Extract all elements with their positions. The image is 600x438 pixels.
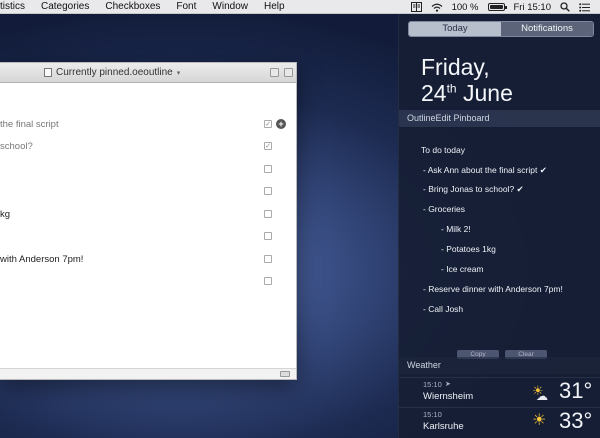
outline-row[interactable] (0, 273, 297, 291)
pinboard-line: - Call Josh (423, 304, 464, 314)
today-date: Friday, 24th June (421, 54, 513, 106)
notification-center: Today Notifications Friday, 24th June Ou… (398, 14, 600, 438)
menu-window[interactable]: Window (212, 1, 248, 12)
pin-toggle-icon[interactable] (270, 68, 279, 77)
outline-row[interactable] (0, 183, 297, 201)
tab-today[interactable]: Today (409, 22, 501, 36)
menu-bar: tistics Categories Checkboxes Font Windo… (0, 0, 600, 14)
row-checkbox[interactable]: ✓ (264, 120, 272, 128)
battery-percent: 100 % (451, 1, 479, 13)
menu-help[interactable]: Help (264, 1, 285, 12)
menu-statistics[interactable]: tistics (0, 1, 25, 12)
battery-icon[interactable] (487, 3, 507, 11)
document-icon (44, 68, 52, 77)
pinboard-line: - Potatoes 1kg (441, 244, 496, 254)
weather-header[interactable]: Weather (399, 357, 600, 374)
weather-temp: 33° (559, 408, 593, 433)
pinboard-line: - Bring Jonas to school? ✔ (423, 184, 524, 194)
outline-editor-window: Currently pinned.oeoutline ▾ the final s… (0, 62, 297, 380)
clock[interactable]: Fri 15:10 (514, 2, 552, 13)
weather-time: 15:10 (423, 380, 442, 389)
weather-city: Karlsruhe (423, 421, 464, 432)
menu-categories[interactable]: Categories (41, 1, 89, 12)
sidebar-toggle-icon[interactable] (284, 68, 293, 77)
window-title: Currently pinned.oeoutline (56, 67, 173, 78)
status-area: 100 % Fri 15:10 (410, 0, 600, 14)
row-checkbox[interactable] (264, 210, 272, 218)
row-checkbox[interactable] (264, 232, 272, 240)
outline-row-text[interactable]: school? (0, 141, 33, 152)
location-arrow-icon: ➤ (445, 381, 451, 388)
row-checkbox[interactable] (264, 277, 272, 285)
menu-font[interactable]: Font (176, 1, 196, 12)
outline-row-text[interactable]: the final script (0, 119, 59, 130)
date-day: 24 (421, 80, 447, 106)
window-footer (0, 368, 296, 379)
pinboard-line: - Ask Ann about the final script ✔ (423, 165, 547, 175)
weather-time: 15:10 (423, 410, 442, 419)
date-line: 24th June (421, 80, 513, 106)
pinboard-header[interactable]: OutlineEdit Pinboard (399, 110, 600, 127)
outline-row[interactable]: with Anderson 7pm! (0, 251, 297, 269)
weather-city: Wiernsheim (423, 391, 474, 402)
weather-row[interactable]: 15:10 ➤ Wiernsheim ☀ ☁ 31° (399, 377, 600, 407)
menu-list: tistics Categories Checkboxes Font Windo… (0, 1, 285, 12)
window-titlebar[interactable]: Currently pinned.oeoutline ▾ (0, 63, 296, 83)
pinboard-line: - Reserve dinner with Anderson 7pm! (423, 284, 563, 294)
chevron-down-icon[interactable]: ▾ (177, 69, 181, 77)
outline-row-text[interactable]: kg (0, 209, 10, 220)
outline-row[interactable] (0, 161, 297, 179)
outline-row[interactable]: the final script ✓ + (0, 116, 297, 134)
add-row-icon[interactable]: + (276, 119, 286, 129)
outline-row-text[interactable]: with Anderson 7pm! (0, 254, 83, 265)
outline-row[interactable]: kg (0, 206, 297, 224)
outline-row[interactable]: school? ✓ (0, 138, 297, 156)
search-icon[interactable] (560, 2, 570, 12)
weather-row[interactable]: 15:10 Karlsruhe ☀ 33° (399, 407, 600, 437)
row-checkbox[interactable] (264, 255, 272, 263)
row-checkbox[interactable] (264, 187, 272, 195)
wifi-icon[interactable] (431, 3, 443, 12)
tab-notifications[interactable]: Notifications (501, 22, 593, 36)
battery-fill (489, 5, 503, 9)
pinboard-line: - Groceries (423, 204, 466, 214)
pinboard-line: To do today (421, 145, 465, 155)
notes-icon[interactable] (410, 2, 422, 12)
row-checkbox[interactable] (264, 165, 272, 173)
pinboard-widget: To do today - Ask Ann about the final sc… (399, 135, 600, 357)
date-month: June (456, 80, 513, 106)
menu-checkboxes[interactable]: Checkboxes (105, 1, 160, 12)
window-title-group: Currently pinned.oeoutline ▾ (44, 67, 180, 78)
list-icon[interactable] (579, 2, 590, 12)
outline-row[interactable] (0, 228, 297, 246)
row-checkbox[interactable]: ✓ (264, 142, 272, 150)
resize-grip-icon[interactable] (280, 371, 290, 377)
pinboard-line: - Ice cream (441, 264, 484, 274)
sun-icon: ☀ (532, 412, 547, 429)
pinboard-line: - Milk 2! (441, 224, 471, 234)
date-weekday: Friday, (421, 54, 490, 80)
date-suffix: th (446, 81, 457, 96)
today-notifications-switch: Today Notifications (408, 21, 594, 37)
weather-temp: 31° (559, 378, 593, 403)
